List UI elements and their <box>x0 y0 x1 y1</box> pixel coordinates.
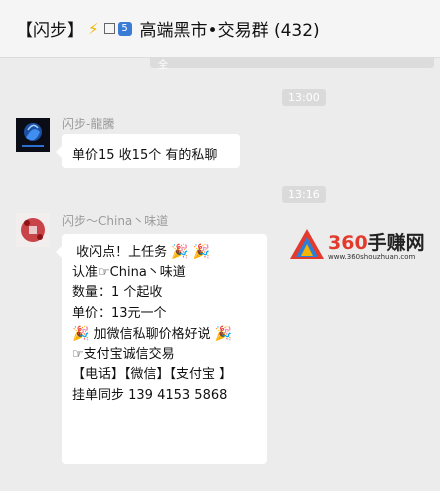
timestamp: 13:00 <box>282 89 326 106</box>
message-line: 【电话】【微信】【支付宝 】 <box>72 367 233 382</box>
sender-name: 闪步～China丶味道 <box>62 214 169 228</box>
party-popper-icon: 🎉 <box>171 244 189 260</box>
dragon-icon <box>16 118 50 152</box>
seal-avatar-icon <box>16 213 50 247</box>
load-more-label: 全 <box>158 60 168 71</box>
number-five-icon: 5 <box>117 21 132 36</box>
sender-name: 闪步-龍騰 <box>62 117 115 131</box>
timestamp: 13:16 <box>282 186 326 203</box>
watermark: 360手赚网 www.360shouzhuan.com <box>290 226 430 266</box>
brand-logo-icon <box>290 229 324 259</box>
watermark-url: www.360shouzhuan.com <box>328 253 416 261</box>
avatar[interactable] <box>16 213 50 247</box>
square-icon <box>103 23 115 34</box>
message-line: 数量：1 个起收 <box>72 285 163 300</box>
watermark-brand: 360手赚网 <box>328 232 425 254</box>
message-line: 认准☞China丶味道 <box>72 264 186 280</box>
message-line: 收闪点！上任务 🎉 🎉 <box>76 244 211 260</box>
chat-header: 【闪步】 ⚡ 5 高端黑市•交易群 (432) <box>0 0 440 58</box>
message-bubble[interactable]: 单价15 收15个 有的私聊 <box>56 134 240 168</box>
load-more-bar[interactable]: 全 <box>150 58 434 71</box>
avatar[interactable] <box>16 118 50 152</box>
party-popper-icon: 🎉 <box>192 244 211 260</box>
message-line: 🎉 加微信私聊价格好说 🎉 <box>72 326 233 342</box>
party-popper-icon: 🎉 <box>214 326 233 342</box>
message-bubble[interactable]: 收闪点！上任务 🎉 🎉 认准☞China丶味道 数量：1 个起收 单价：13元一… <box>56 234 267 464</box>
message-line: ☞支付宝诚信交易 <box>72 346 175 362</box>
group-title[interactable]: 高端黑市•交易群 (432) <box>140 16 320 41</box>
message-text: 单价15 收15个 有的私聊 <box>72 148 218 163</box>
message-line: 单价：13元一个 <box>72 305 167 321</box>
party-popper-icon: 🎉 <box>72 326 90 342</box>
message-line: 挂单同步 139 4153 5868 <box>72 387 228 403</box>
group-title-prefix: 【闪步】 <box>16 21 84 41</box>
lightning-icon: ⚡ <box>88 19 99 38</box>
